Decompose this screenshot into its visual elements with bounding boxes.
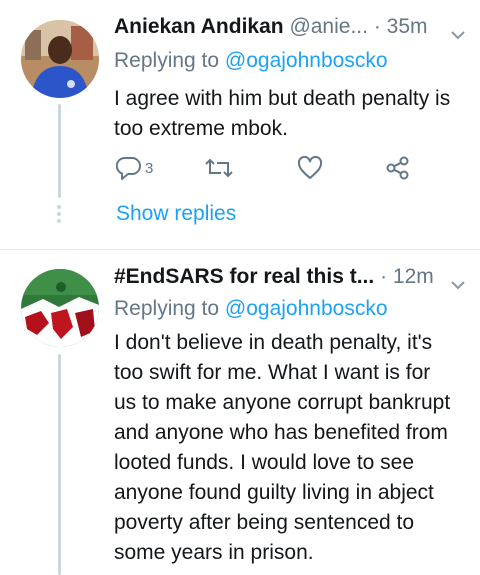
display-name[interactable]: Aniekan Andikan: [114, 12, 284, 42]
tweet-text-line: anyone found guilty living in abject: [114, 481, 434, 504]
retweet-button[interactable]: [204, 153, 234, 183]
retweet-icon: [204, 155, 234, 181]
timestamp[interactable]: · 12m: [380, 262, 434, 292]
tweet-text-line: us to make anyone corrupt bankrupt: [114, 391, 451, 414]
tweet-text-line: I agree with him but death penalty is: [114, 87, 451, 110]
avatar[interactable]: [21, 20, 99, 98]
tweet-text: I don't believe in death penalty, it's t…: [114, 328, 470, 568]
show-replies-link[interactable]: Show replies: [116, 199, 236, 229]
mention-link[interactable]: @ogajohnboscko: [225, 297, 388, 320]
thread-line: [58, 104, 61, 198]
reply-icon: [116, 155, 142, 181]
replying-to: Replying to @ogajohnboscko: [114, 294, 388, 324]
mention-link[interactable]: @ogajohnboscko: [225, 49, 388, 72]
user-handle[interactable]: @anie...: [289, 12, 368, 42]
tweet-text-line: poverty after being sentenced to: [114, 511, 415, 534]
thread-line: [58, 354, 61, 575]
action-bar: 3: [116, 153, 456, 183]
like-icon: [296, 155, 324, 181]
share-icon: [384, 155, 412, 181]
chevron-down-icon[interactable]: [450, 20, 466, 40]
tweet-text: I agree with him but death penalty is to…: [114, 84, 470, 144]
tweet-text-line: too swift for me. What I want is for: [114, 361, 431, 384]
tweet-text-line: some years in prison.: [114, 541, 314, 564]
chevron-down-icon[interactable]: [450, 270, 466, 290]
replying-to: Replying to @ogajohnboscko: [114, 46, 388, 76]
replying-to-label: Replying to: [114, 297, 225, 320]
tweet-header: Aniekan Andikan @anie... · 35m: [114, 12, 466, 42]
timestamp[interactable]: · 35m: [374, 12, 428, 42]
avatar[interactable]: [21, 269, 99, 347]
reply-button[interactable]: 3: [116, 153, 153, 183]
thread-dots: [57, 205, 62, 226]
tweet-text-line: and anyone who has benefited from: [114, 421, 448, 444]
tweet-text-line: too extreme mbok.: [114, 117, 288, 140]
reply-count: 3: [145, 159, 154, 177]
tweet-text-line: I don't believe in death penalty, it's: [114, 331, 433, 354]
share-button[interactable]: [384, 153, 412, 183]
replying-to-label: Replying to: [114, 49, 225, 72]
like-button[interactable]: [296, 153, 324, 183]
display-name[interactable]: #EndSARS for real this t...: [114, 262, 374, 292]
tweet[interactable]: Aniekan Andikan @anie... · 35m Replying …: [0, 0, 480, 249]
tweet[interactable]: #EndSARS for real this t... · 12m Replyi…: [0, 250, 480, 575]
tweet-header: #EndSARS for real this t... · 12m: [114, 262, 466, 292]
tweet-text-line: looted funds. I would love to see: [114, 451, 415, 474]
